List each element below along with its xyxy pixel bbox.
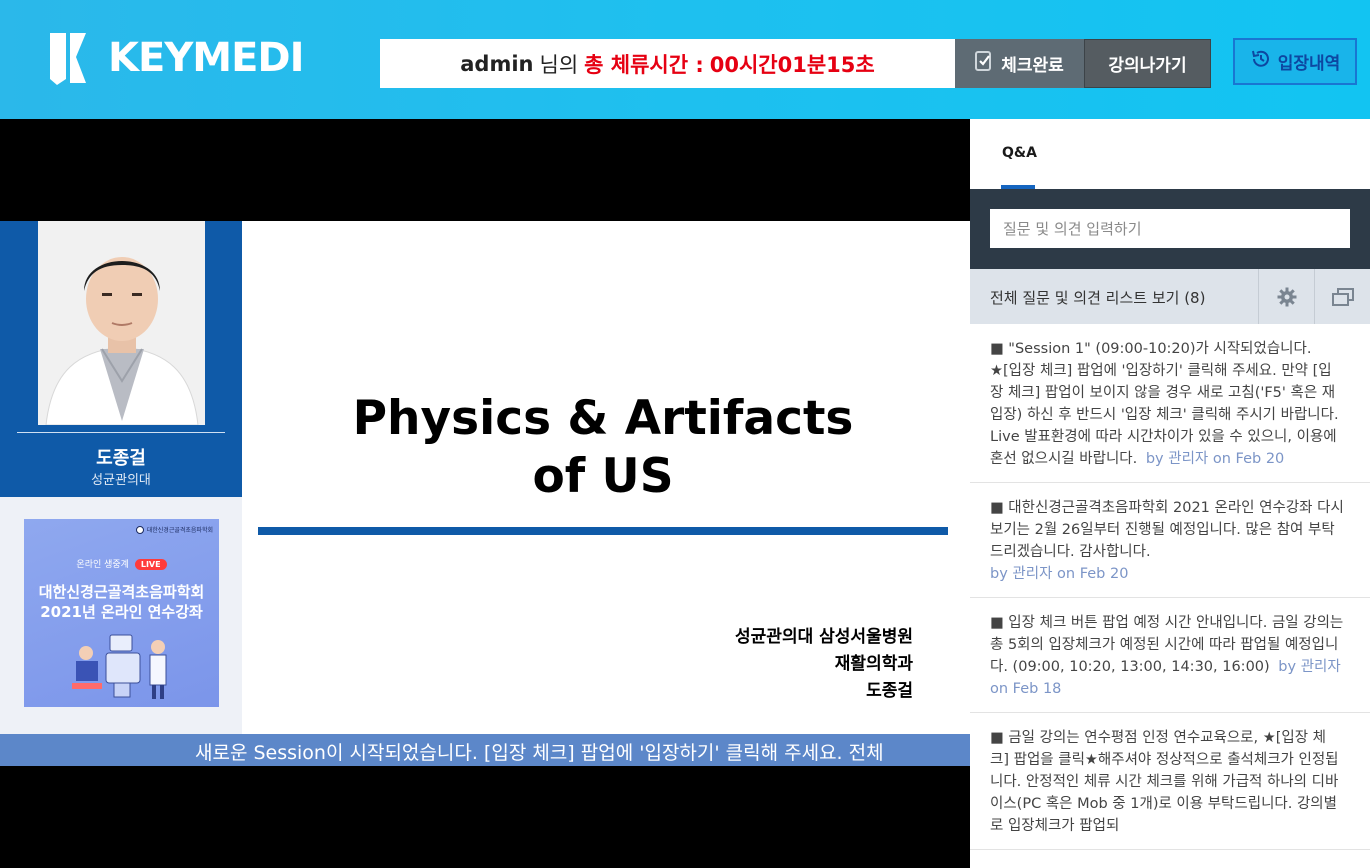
exit-lecture-label: 강의나가기 xyxy=(1108,56,1187,76)
stay-time-box: admin 님의 총 체류시간 : 00시간01분15초 xyxy=(380,39,955,88)
message-author: by 관리자 on Feb 20 xyxy=(1145,451,1285,467)
slide-affiliation-line3: 도종걸 xyxy=(866,681,913,701)
poster-org: 대한신경근골격초음파학회 xyxy=(135,525,213,534)
slide-affiliation-line2: 재활의학과 xyxy=(834,654,913,674)
list-item: ■ 입장 체크 버튼 팝업 예정 시간 안내입니다. 금일 강의는 총 5회의 … xyxy=(970,598,1370,713)
live-badge: LIVE xyxy=(134,559,167,570)
poster-org-name: 대한신경근골격초음파학회 xyxy=(146,527,213,534)
speaker-panel: 도종걸 성균관의대 xyxy=(0,221,242,497)
settings-button[interactable] xyxy=(1258,269,1314,324)
list-item: ■ 대한신경근골격초음파학회 2021 온라인 연수강좌 다시보기는 2월 26… xyxy=(970,483,1370,598)
slide-divider xyxy=(258,527,948,535)
gear-icon xyxy=(1277,287,1296,306)
tab-qa[interactable]: Q&A xyxy=(1002,145,1037,161)
clock-history-icon xyxy=(1250,48,1272,75)
qa-input-bar xyxy=(970,189,1370,269)
poster-live-prefix: 온라인 생중계 xyxy=(76,560,129,570)
message-text: ■ 금일 강의는 연수평점 인정 연수교육으로, ★[입장 체크] 팝업을 클릭… xyxy=(990,730,1339,834)
event-poster: 대한신경근골격초음파학회 온라인 생중계 LIVE 대한신경근골격초음파학회 2… xyxy=(24,519,219,707)
society-seal-icon xyxy=(135,525,144,534)
speaker-affiliation: 성균관의대 xyxy=(91,473,151,488)
poster-title-line1: 대한신경근골격초음파학회 xyxy=(38,583,205,601)
timer-value: 00시간01분15초 xyxy=(709,52,875,77)
brand-name: KEYMEDI xyxy=(108,35,304,81)
speaker-divider xyxy=(17,432,225,433)
popup-window-icon xyxy=(1331,287,1354,306)
message-text: ■ 대한신경근골격초음파학회 2021 온라인 연수강좌 다시보기는 2월 26… xyxy=(990,500,1344,560)
slide-title-line2: of US xyxy=(532,449,674,504)
keymedi-logo-icon xyxy=(46,31,104,85)
entry-history-label: 입장내역 xyxy=(1277,54,1341,74)
message-text: ■ "Session 1" (09:00-10:20)가 시작되었습니다. ★[… xyxy=(990,341,1339,467)
entry-history-button[interactable]: 입장내역 xyxy=(1233,38,1357,85)
checklist-icon xyxy=(975,50,993,77)
poster-title-line2: 2021년 온라인 연수강좌 xyxy=(40,603,203,621)
list-item: ■ "Session 1" (09:00-10:20)가 시작되었습니다. ★[… xyxy=(970,324,1370,483)
video-player[interactable]: 도종걸 성균관의대 대한신경근골격초음파학회 온라인 생중계 LIVE 대한신경… xyxy=(0,119,970,868)
timer-user-suffix: 님의 xyxy=(539,52,579,77)
ultrasound-illustration-icon xyxy=(72,634,167,699)
slide-affiliation-line1: 성균관의대 삼성서울병원 xyxy=(735,627,913,647)
qa-message-list: ■ "Session 1" (09:00-10:20)가 시작되었습니다. ★[… xyxy=(970,324,1370,868)
list-item: ■ 금일 강의는 연수평점 인정 연수교육으로, ★[입장 체크] 팝업을 클릭… xyxy=(970,713,1370,850)
notice-ticker: 새로운 Session이 시작되었습니다. [입장 체크] 팝업에 '입장하기'… xyxy=(0,734,970,766)
qa-input[interactable] xyxy=(990,209,1350,248)
lecture-slide: 도종걸 성균관의대 대한신경근골격초음파학회 온라인 생중계 LIVE 대한신경… xyxy=(0,221,970,735)
brand-logo[interactable]: KEYMEDI xyxy=(46,31,304,85)
exit-lecture-button[interactable]: 강의나가기 xyxy=(1084,39,1211,88)
speaker-photo xyxy=(38,221,205,425)
popup-window-button[interactable] xyxy=(1314,269,1370,324)
check-complete-button[interactable]: 체크완료 xyxy=(955,39,1084,88)
top-header: KEYMEDI admin 님의 총 체류시간 : 00시간01분15초 체크완… xyxy=(0,0,1370,119)
qa-list-title[interactable]: 전체 질문 및 의견 리스트 보기 (8) xyxy=(990,287,1205,308)
qa-list-bar: 전체 질문 및 의견 리스트 보기 (8) xyxy=(970,269,1370,324)
qa-panel: Q&A 전체 질문 및 의견 리스트 보기 (8) xyxy=(970,119,1370,868)
timer-label: 총 체류시간 : xyxy=(584,52,704,77)
timer-user: admin xyxy=(460,51,534,76)
message-author: by 관리자 on Feb 20 xyxy=(990,566,1129,582)
slide-title-line1: Physics & Artifacts xyxy=(352,391,854,446)
speaker-name: 도종걸 xyxy=(96,448,146,469)
check-complete-label: 체크완료 xyxy=(1001,56,1064,76)
ticker-text: 새로운 Session이 시작되었습니다. [입장 체크] 팝업에 '입장하기'… xyxy=(195,742,884,764)
poster-live-row: 온라인 생중계 LIVE xyxy=(24,557,219,570)
